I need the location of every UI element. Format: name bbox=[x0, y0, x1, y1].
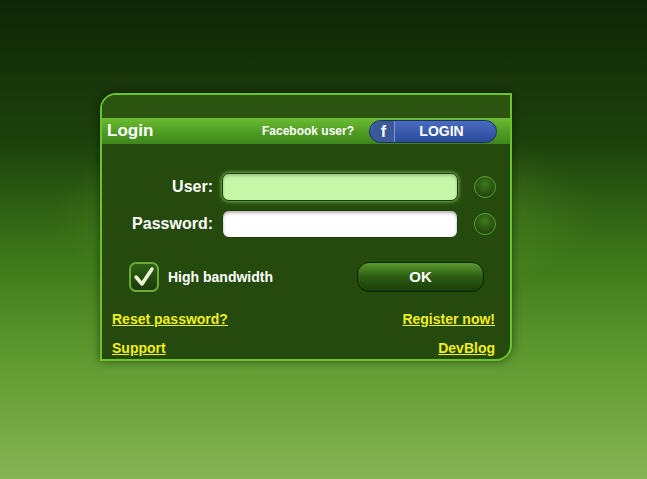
high-bandwidth-checkbox[interactable] bbox=[129, 262, 159, 292]
footer-link[interactable]: Register now! bbox=[402, 309, 495, 330]
facebook-login-button[interactable]: fLOGIN bbox=[369, 120, 497, 143]
footer-link[interactable]: Reset password? bbox=[112, 309, 228, 330]
check-icon bbox=[133, 266, 155, 288]
user-input[interactable] bbox=[222, 173, 458, 201]
field-label: User: bbox=[110, 175, 213, 199]
password-input[interactable] bbox=[222, 210, 458, 238]
footer-link[interactable]: Support bbox=[112, 338, 166, 359]
login-dialog: Login Facebook user? fLOGIN User: Password: H… bbox=[100, 93, 512, 361]
high-bandwidth-label: High bandwidth bbox=[168, 267, 273, 288]
facebook-icon: f bbox=[373, 121, 395, 142]
footer-link[interactable]: DevBlog bbox=[438, 338, 495, 359]
dialog-top-strip bbox=[102, 95, 510, 118]
facebook-prompt: Facebook user? bbox=[262, 122, 354, 140]
links-area: Reset password? Register now! Support DevBl… bbox=[110, 309, 497, 359]
ok-button[interactable]: OK bbox=[357, 262, 484, 292]
field-label: Password: bbox=[110, 212, 213, 236]
dialog-header: Login Facebook user? fLOGIN bbox=[102, 118, 510, 144]
status-dot-icon bbox=[474, 213, 496, 235]
links-row: Support DevBlog bbox=[110, 338, 497, 359]
status-dot-icon bbox=[474, 176, 496, 198]
facebook-login-label: LOGIN bbox=[395, 121, 496, 142]
field-row: User: bbox=[110, 173, 497, 201]
dialog-body: User: Password: High bandwidth OK Reset pass… bbox=[102, 144, 510, 359]
options-row: High bandwidth OK bbox=[110, 261, 497, 293]
links-row: Reset password? Register now! bbox=[110, 309, 497, 330]
dialog-title: Login bbox=[107, 118, 153, 144]
field-row: Password: bbox=[110, 210, 497, 238]
